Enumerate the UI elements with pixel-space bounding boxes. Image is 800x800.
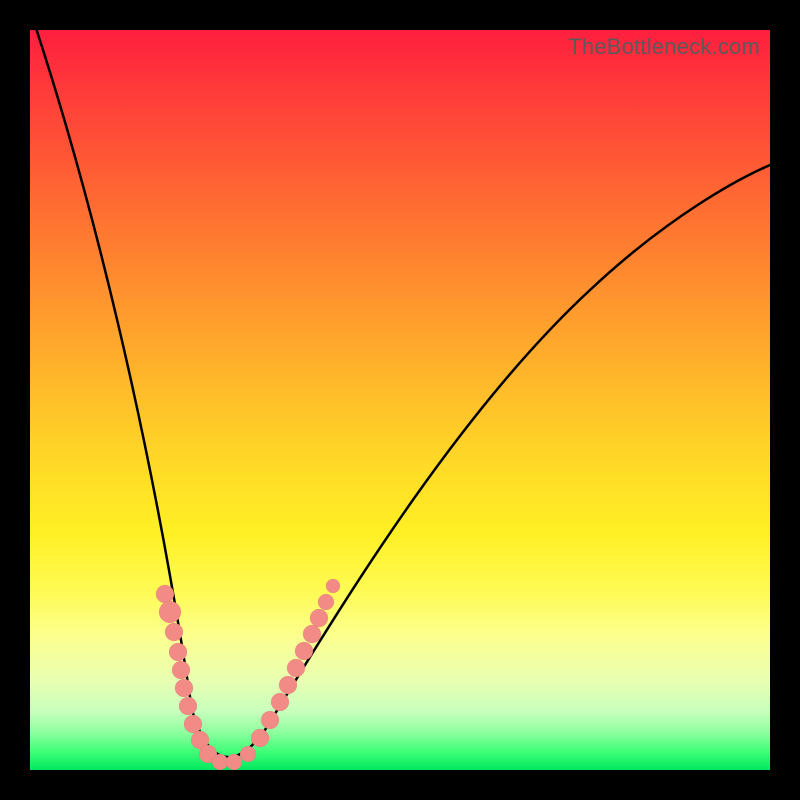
bead-dot [251,729,269,747]
bead-dot [279,676,297,694]
bead-dot [159,601,181,623]
bottleneck-curve-path [30,30,770,757]
bead-dot [165,623,183,641]
bead-dot [287,659,305,677]
bead-dot [261,711,279,729]
bead-dot [226,754,242,770]
bead-dot [156,585,174,603]
bead-dot [318,594,334,610]
bead-dot [175,679,193,697]
bead-dot [303,625,321,643]
bead-dot [179,697,197,715]
bead-dot [184,715,202,733]
bead-dot [172,661,190,679]
bead-dot [326,579,340,593]
bead-dot [212,754,228,770]
bead-group [156,579,340,770]
bead-dot [271,693,289,711]
bead-dot [310,609,328,627]
bead-dot [169,643,187,661]
chart-frame: TheBottleneck.com [30,30,770,770]
bead-dot [240,746,256,762]
bead-dot [295,642,313,660]
bottleneck-curve-svg [30,30,770,770]
